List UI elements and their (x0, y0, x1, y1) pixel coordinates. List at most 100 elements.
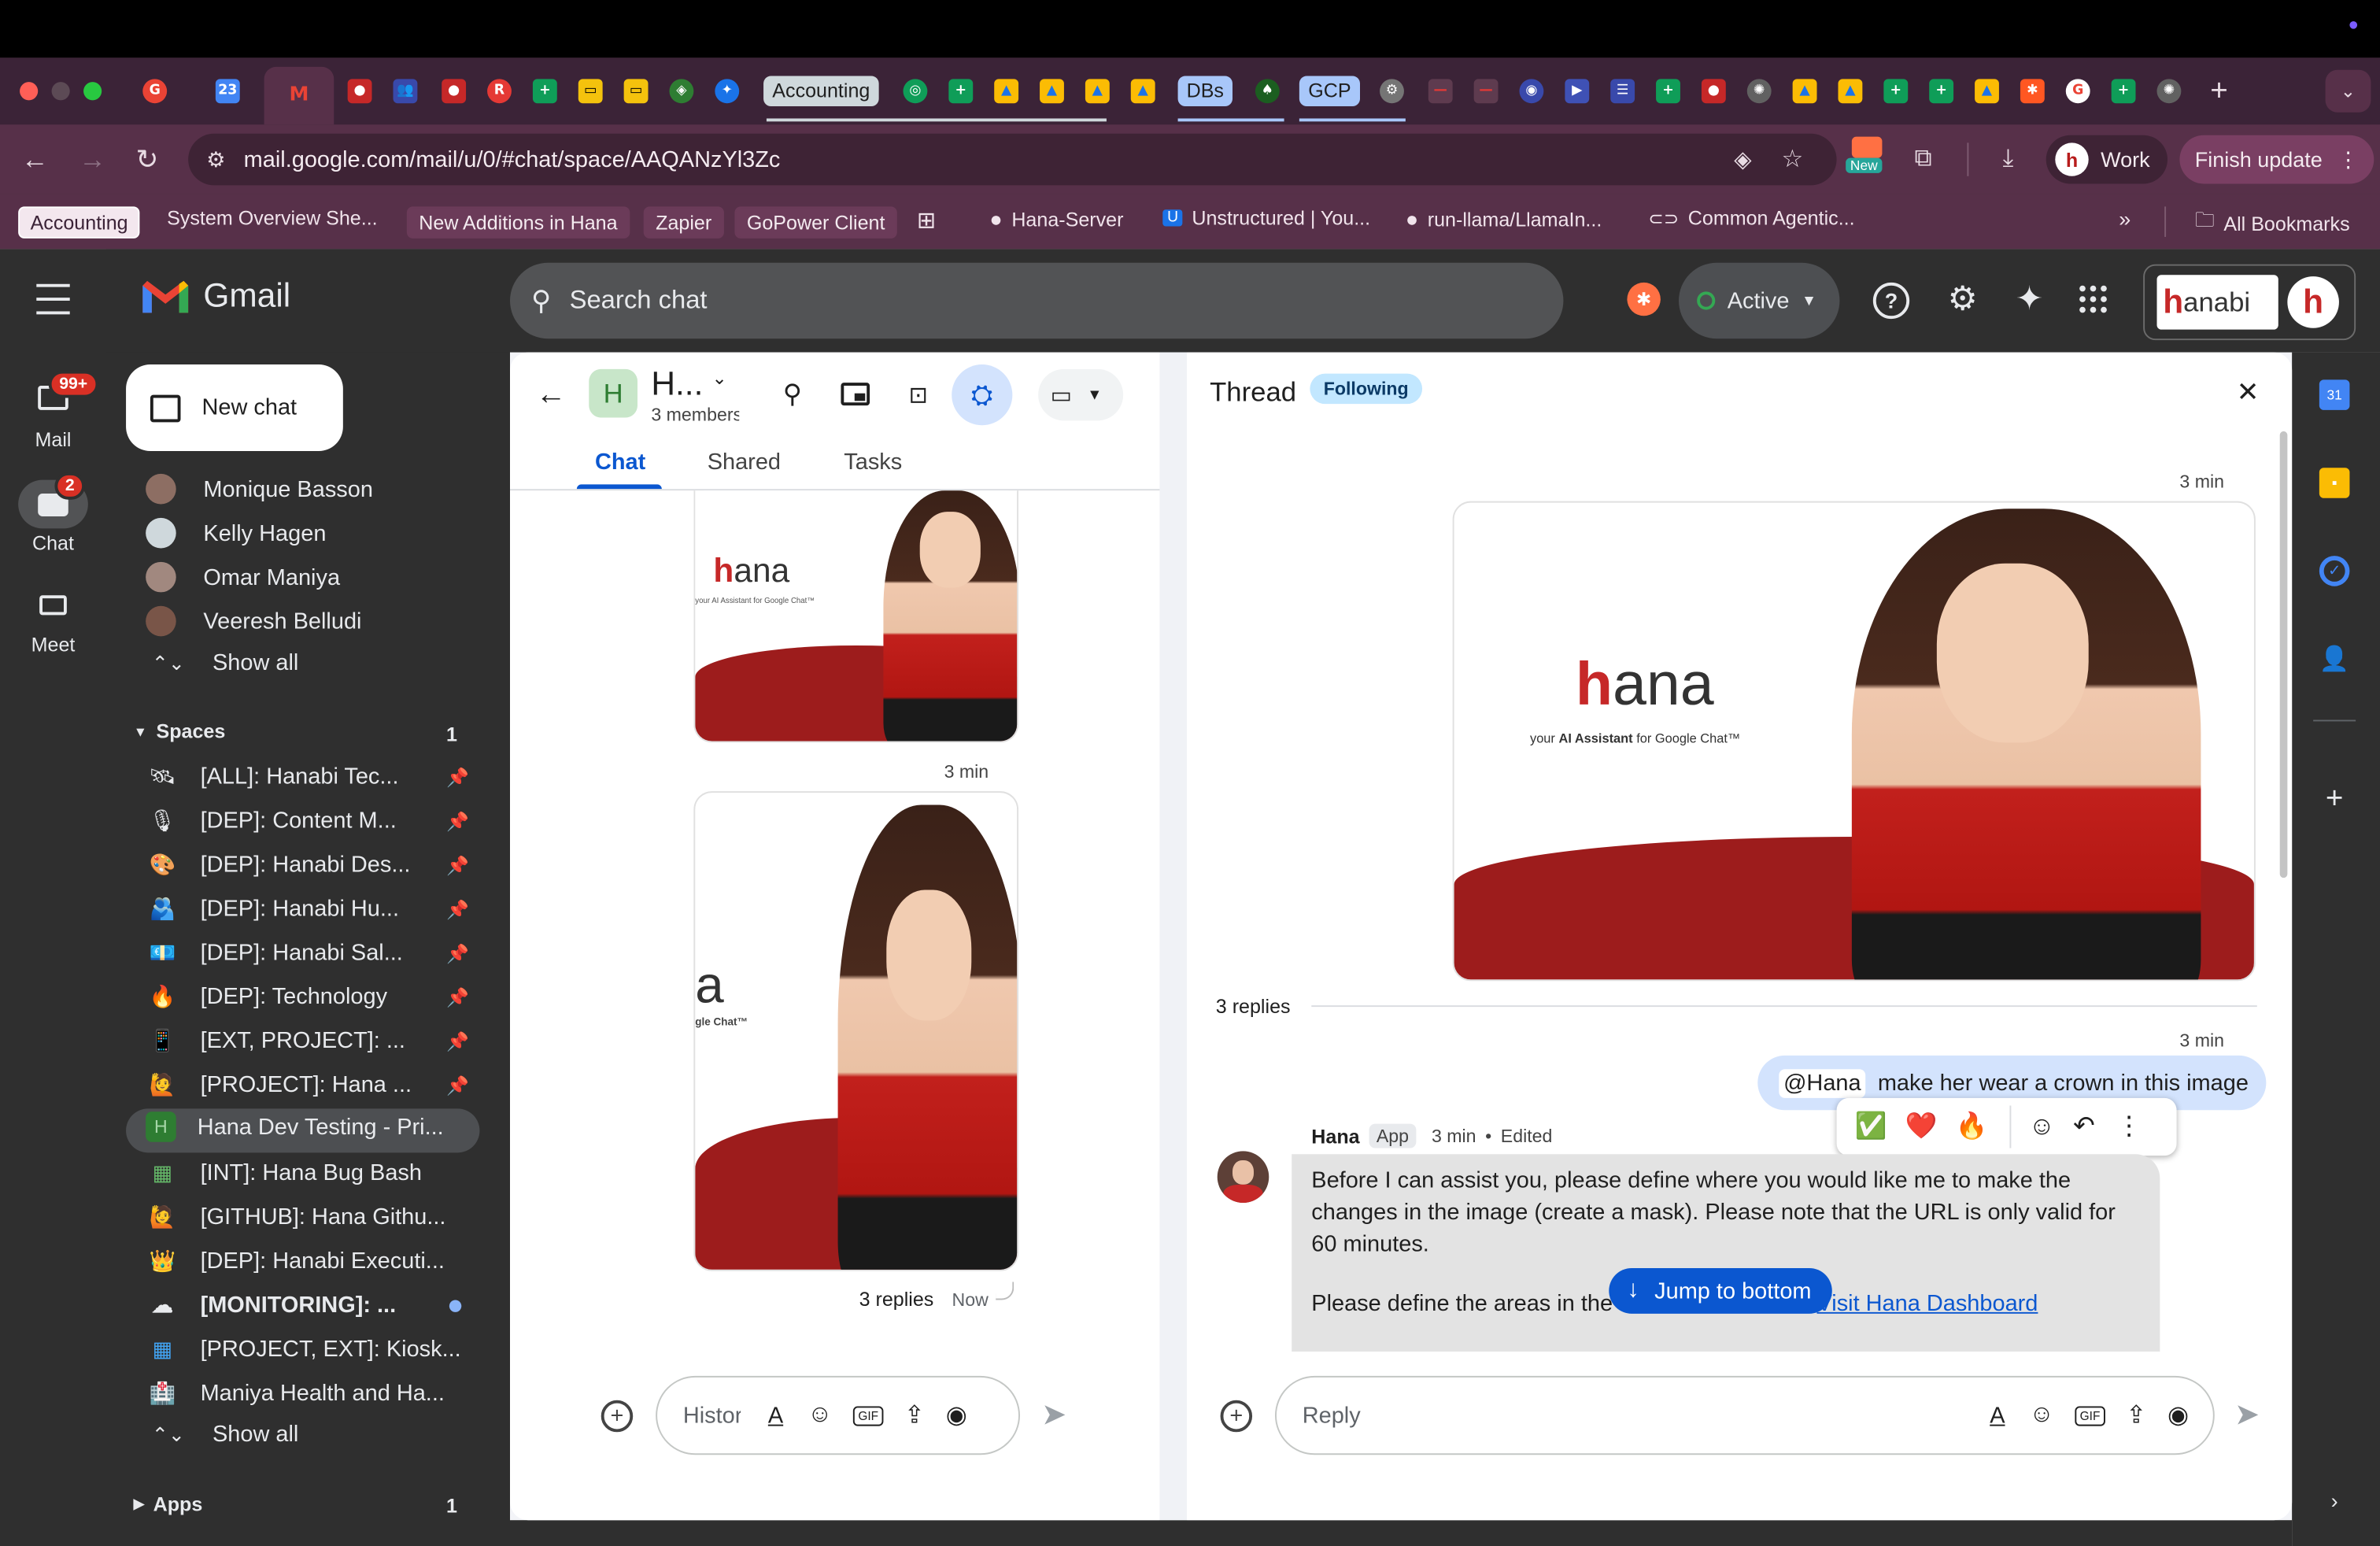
spaces-show-all[interactable]: ⌃⌄ Show all (152, 1422, 298, 1448)
forward-arrow-icon[interactable]: → (76, 142, 109, 176)
record-icon[interactable]: ◉ (2168, 1400, 2189, 1431)
pin-icon[interactable]: 📌 (446, 987, 469, 1008)
tab-favicon-icon[interactable]: ⚙ (1380, 79, 1404, 104)
search-chat-bar[interactable]: ⚲ Search chat (509, 262, 1564, 339)
site-settings-icon[interactable]: ⚙ (206, 146, 225, 172)
space-item[interactable]: 🔥 [DEP]: Technology (146, 979, 388, 1012)
sender-name[interactable]: Hana (1311, 1125, 1359, 1148)
rail-meet[interactable]: Meet (21, 590, 85, 665)
space-item[interactable]: 🫂 [DEP]: Hanabi Hu... (146, 891, 399, 924)
drive-favicon-icon[interactable]: ▲ (1130, 79, 1155, 104)
hana-image-full[interactable]: hana your AI Assistant for Google Chat™ (1452, 501, 2256, 982)
space-item[interactable]: ▦ [PROJECT, EXT]: Kiosk... (146, 1332, 461, 1365)
pin-icon[interactable]: 📌 (446, 1075, 469, 1097)
extension-new-icon[interactable]: New (1846, 136, 1885, 183)
bookmark-new-additions[interactable]: New Additions in Hana (406, 206, 630, 239)
dm-omar-maniya[interactable]: Omar Maniya (146, 561, 340, 593)
tab-accounting[interactable]: Accounting (763, 76, 879, 107)
reload-icon[interactable]: ↻ (131, 142, 164, 176)
tasks-icon[interactable]: ✓ (2319, 556, 2350, 586)
tab-favicon-icon[interactable]: — (1428, 79, 1453, 104)
tab-shared[interactable]: Shared (708, 449, 781, 475)
apps-integrations-icon[interactable]: ⛭ (952, 364, 1013, 426)
bookmark-unstructured[interactable]: U Unstructured | You... (1162, 206, 1370, 229)
gif-icon[interactable]: GIF (2075, 1405, 2105, 1426)
chevron-down-icon[interactable]: ⌄ (711, 368, 726, 389)
add-attachment-icon[interactable]: + (1220, 1400, 1253, 1433)
pin-icon[interactable]: 📌 (446, 943, 469, 964)
google-apps-icon[interactable] (2079, 285, 2107, 313)
sheets-favicon-icon[interactable]: + (948, 79, 974, 104)
google-favicon-icon[interactable]: G (2065, 79, 2090, 104)
gmail-logo[interactable]: Gmail (139, 276, 290, 316)
tab-favicon-icon[interactable]: ▶ (1565, 79, 1590, 104)
sheets-favicon-icon[interactable]: + (1883, 79, 1909, 104)
all-bookmarks[interactable]: 🗀 All Bookmarks (2195, 206, 2350, 239)
hana-bot-avatar[interactable] (1217, 1151, 1269, 1203)
tab-favicon-icon[interactable]: ▭ (623, 79, 649, 104)
drive-favicon-icon[interactable]: ▲ (1040, 79, 1064, 104)
sheets-favicon-icon[interactable]: + (2111, 79, 2136, 104)
space-title[interactable]: H... (651, 364, 703, 404)
bookmark-common-agentic[interactable]: ⊂⊃ Common Agentic... (1648, 206, 1854, 229)
finish-update-button[interactable]: Finish update ⋮ (2179, 135, 2374, 184)
tab-chat[interactable]: Chat (595, 449, 645, 475)
rail-chat-active[interactable]: 2 (18, 472, 88, 529)
tab-favicon-icon[interactable]: ● (1701, 79, 1726, 104)
composer-placeholder[interactable]: History is on (683, 1403, 741, 1429)
reply-composer[interactable]: Reply A ☺ GIF ⇪ ◉ (1274, 1375, 2215, 1455)
tab-favicon-icon[interactable]: ✱ (2020, 79, 2045, 104)
tab-favicon-icon[interactable]: G (142, 79, 168, 104)
bookmark-system-overview[interactable]: System Overview She... (167, 206, 378, 229)
send-icon[interactable]: ➤ (1041, 1396, 1066, 1433)
tab-favicon-icon[interactable]: ☰ (1610, 79, 1635, 104)
add-addon-icon[interactable]: + (2319, 782, 2350, 815)
gemini-sparkle-icon[interactable]: ✦ (2009, 279, 2049, 319)
apps-header[interactable]: ▶ Apps (134, 1492, 203, 1515)
calendar-favicon-icon[interactable]: 23 (215, 79, 240, 104)
status-dropdown[interactable]: Active ▼ (1678, 262, 1840, 339)
search-icon[interactable]: ⚲ (531, 285, 551, 317)
hana-image-card[interactable]: hana your AI Assistant for Google Chat™ (693, 490, 1019, 743)
upload-icon[interactable]: ⇪ (2126, 1400, 2146, 1431)
extensions-puzzle-icon[interactable]: ⧉ (1906, 142, 1939, 176)
format-text-icon[interactable]: A (768, 1403, 783, 1429)
close-window-button[interactable] (20, 82, 39, 101)
thread-summary[interactable]: 3 replies Now (859, 1288, 989, 1311)
more-bookmarks-icon[interactable]: » (2119, 206, 2131, 231)
bookmark-accounting[interactable]: Accounting (18, 206, 141, 239)
bookmark-run-llama[interactable]: ● run-llama/LlamaIn... (1406, 206, 1602, 231)
message-composer[interactable]: History is on A ☺ GIF ⇪ ◉ (656, 1375, 1020, 1455)
sheets-favicon-icon[interactable]: + (532, 79, 557, 104)
bookmark-star-icon[interactable]: ☆ (1781, 144, 1803, 175)
apps-grid-icon[interactable]: ⊞ (917, 206, 936, 234)
open-in-window-icon[interactable] (841, 383, 870, 406)
tab-favicon-icon[interactable]: — (1473, 79, 1499, 104)
drive-favicon-icon[interactable]: ▲ (1975, 79, 1999, 104)
record-icon[interactable]: ◉ (946, 1400, 967, 1431)
pin-icon[interactable]: 📌 (446, 1031, 469, 1052)
pin-icon[interactable]: 📌 (446, 899, 469, 920)
tab-favicon-icon[interactable]: R (487, 79, 512, 104)
drive-favicon-icon[interactable]: ▲ (1085, 79, 1110, 104)
settings-gear-icon[interactable]: ⚙ (1943, 279, 1983, 319)
tab-favicon-icon[interactable]: ● (347, 79, 372, 104)
lens-icon[interactable]: ◈ (1734, 146, 1751, 173)
hana-dashboard-link[interactable]: Visit Hana Dashboard (1816, 1291, 2038, 1317)
space-item[interactable]: 🙋 [GITHUB]: Hana Githu... (146, 1200, 446, 1233)
following-chip[interactable]: Following (1310, 373, 1423, 405)
dm-kelly-hagen[interactable]: Kelly Hagen (146, 517, 326, 549)
drive-favicon-icon[interactable]: ▲ (1838, 79, 1863, 104)
thread-scrollbar[interactable] (2279, 431, 2288, 878)
new-chat-button[interactable]: New chat (126, 364, 343, 451)
reaction-check[interactable]: ✅ (1855, 1111, 1887, 1142)
dm-veeresh-belludi[interactable]: Veeresh Belludi (146, 605, 361, 637)
spaces-header[interactable]: ▼ Spaces (134, 719, 226, 742)
format-text-icon[interactable]: A (1990, 1403, 2005, 1429)
drive-favicon-icon[interactable]: ▲ (994, 79, 1019, 104)
calendar-icon[interactable]: 31 (2319, 379, 2350, 410)
mention-chip[interactable]: @Hana (1779, 1068, 1866, 1097)
tab-favicon-icon[interactable]: ◉ (1519, 79, 1544, 104)
pin-icon[interactable]: 📌 (446, 767, 469, 788)
tab-favicon-icon[interactable]: ▭ (578, 79, 603, 104)
